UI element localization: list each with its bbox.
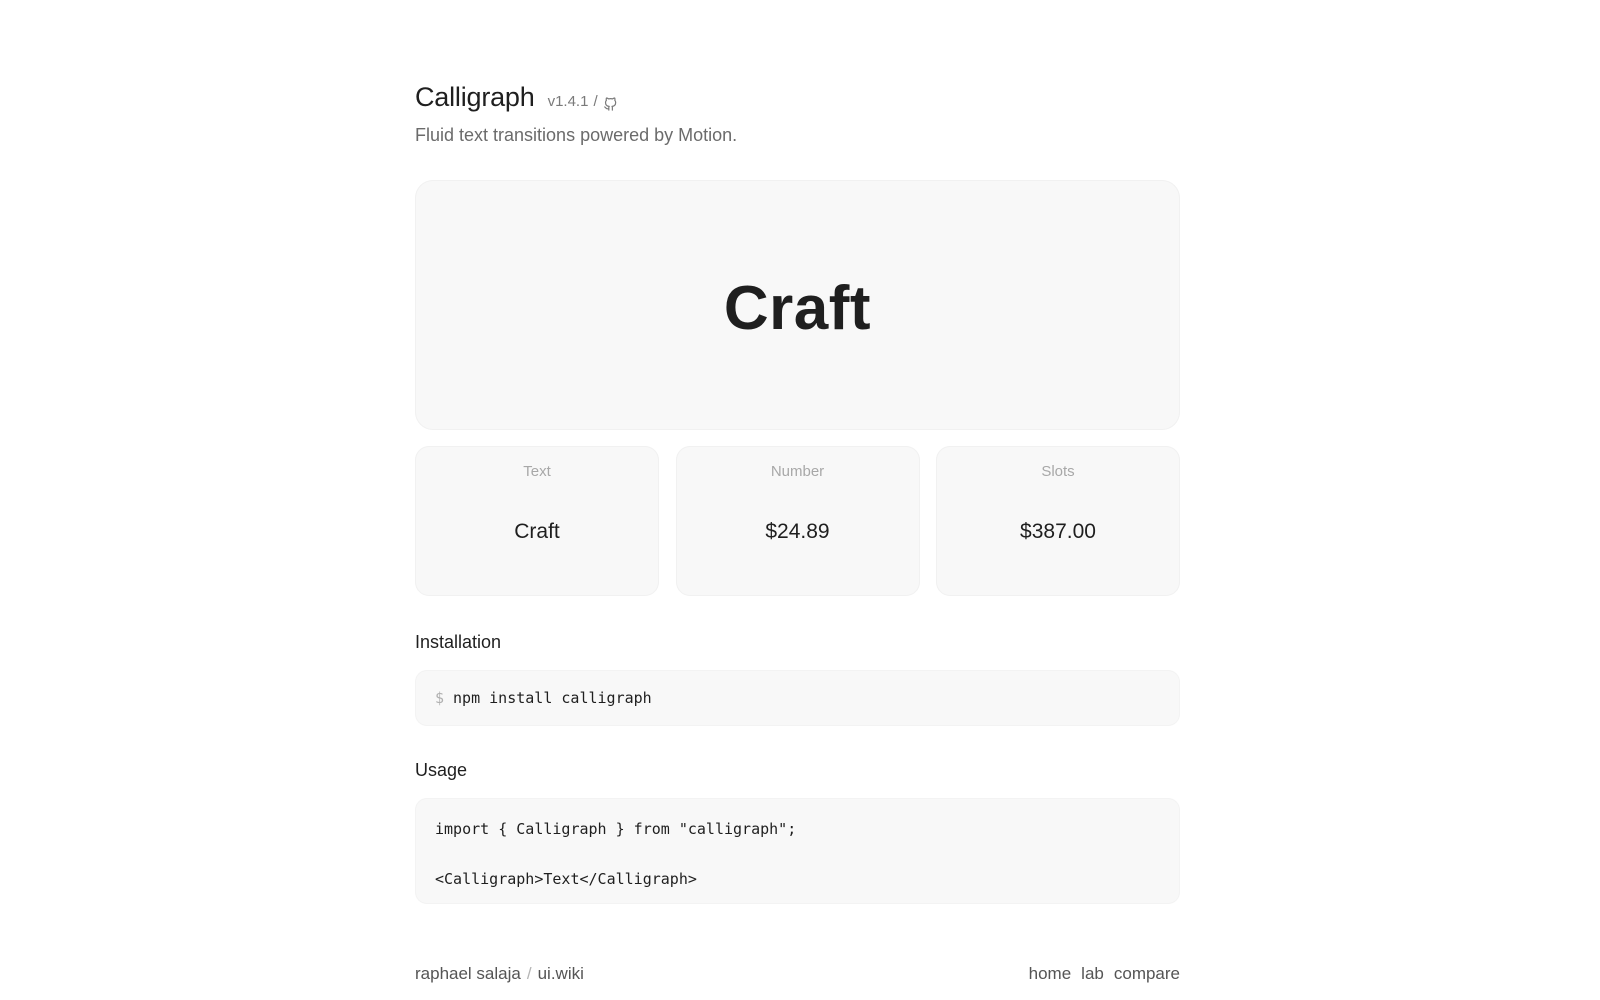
code-line-component: <Calligraph>Text</Calligraph>	[435, 870, 697, 888]
page-title: Calligraph	[415, 82, 535, 112]
card-label: Text	[523, 463, 551, 480]
version-label: v1.4.1	[547, 93, 589, 110]
card-number[interactable]: Number $24.89	[675, 446, 920, 596]
card-value: $387.00	[1020, 520, 1096, 543]
page-subtitle: Fluid text transitions powered by Motion…	[415, 125, 738, 145]
code-line-import: import { Calligraph } from "calligraph";	[435, 820, 797, 838]
nav-lab[interactable]: lab	[1081, 964, 1104, 983]
footer-credits: raphael salaja / ui.wiki	[415, 964, 584, 984]
card-value: Craft	[514, 520, 560, 543]
footer-separator: /	[526, 964, 532, 983]
install-code-block[interactable]: $ npm install calligraph	[415, 670, 1180, 726]
card-text[interactable]: Text Craft	[415, 446, 659, 596]
card-value: $24.89	[765, 520, 830, 543]
nav-home[interactable]: home	[1029, 964, 1072, 983]
card-label: Slots	[1041, 463, 1075, 480]
usage-heading: Usage	[415, 760, 468, 780]
github-icon[interactable]	[603, 96, 618, 111]
footer: raphael salaja / ui.wiki home lab compare	[415, 964, 1180, 984]
version-meta: v1.4.1 /	[547, 93, 618, 111]
demo-cards: Text Craft Number $24.89 Slots $387.00	[415, 446, 1180, 596]
hero-text: Craft	[723, 273, 872, 343]
installation-heading: Installation	[415, 632, 502, 652]
author-link[interactable]: raphael salaja	[415, 964, 521, 983]
install-command: npm install calligraph	[453, 689, 652, 707]
nav-compare[interactable]: compare	[1114, 964, 1180, 983]
page: Calligraph v1.4.1 / Fluid text transitio…	[0, 0, 1600, 1000]
usage-code-block[interactable]: import { Calligraph } from "calligraph";…	[415, 798, 1180, 904]
card-label: Number	[770, 463, 825, 480]
shell-prompt: $	[435, 689, 445, 707]
card-slots[interactable]: Slots $387.00	[936, 446, 1180, 596]
hero-preview[interactable]: Craft	[415, 180, 1180, 430]
site-link[interactable]: ui.wiki	[538, 964, 584, 983]
header: Calligraph v1.4.1 /	[415, 82, 618, 113]
footer-nav: home lab compare	[1019, 964, 1180, 984]
version-separator: /	[593, 93, 598, 110]
